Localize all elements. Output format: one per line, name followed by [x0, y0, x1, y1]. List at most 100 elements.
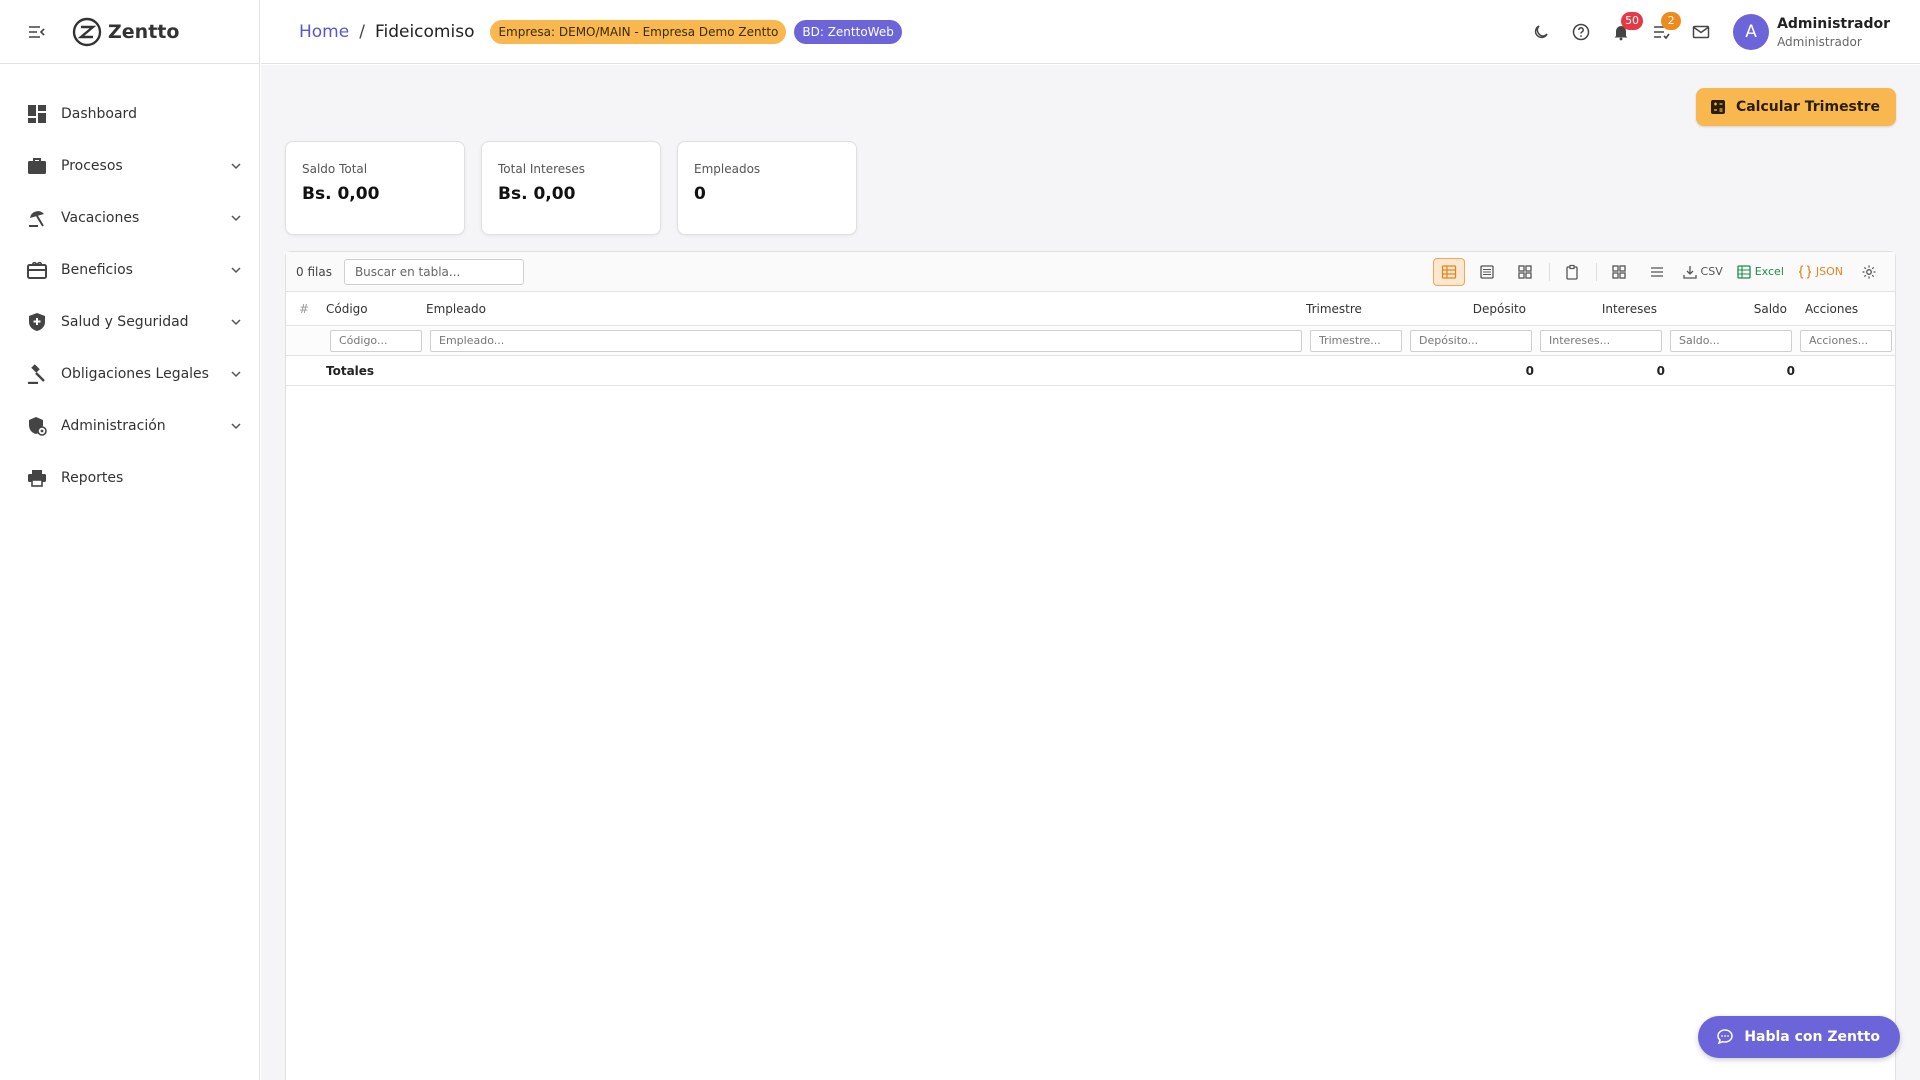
sidebar-item-label: Dashboard — [61, 106, 137, 122]
empresa-chip[interactable]: Empresa: DEMO/MAIN - Empresa Demo Zentto — [490, 19, 787, 44]
summary-card-empleados: Empleados 0 — [677, 141, 857, 235]
user-info[interactable]: Administrador Administrador — [1777, 16, 1890, 49]
filter-empleado-input[interactable] — [430, 329, 1302, 352]
card-value: Bs. 0,00 — [302, 184, 380, 204]
print-icon — [26, 467, 48, 489]
chat-bubble-icon — [1717, 1029, 1734, 1045]
breadcrumb-current: Fideicomiso — [374, 21, 475, 42]
column-header-index: # — [298, 301, 310, 316]
filter-saldo-input[interactable] — [1670, 329, 1792, 352]
gear-icon — [1862, 265, 1876, 278]
column-header-intereses[interactable]: Intereses — [1530, 302, 1661, 316]
help-button[interactable] — [1561, 12, 1601, 52]
card-label: Total Intereses — [498, 162, 586, 176]
table-view-icon — [1441, 264, 1456, 279]
data-grid: 0 filas Buscar en tabla... CSV Excel JSO… — [285, 251, 1896, 1080]
chevron-down-icon — [231, 423, 241, 430]
grid-settings-button[interactable] — [1853, 258, 1885, 286]
notifications-badge: 50 — [1621, 12, 1644, 30]
sidebar-item-dashboard[interactable]: Dashboard — [0, 88, 259, 140]
tasks-button[interactable]: 2 — [1641, 12, 1682, 52]
grid-toolbar: 0 filas Buscar en tabla... CSV Excel JSO… — [286, 252, 1895, 292]
column-header-saldo[interactable]: Saldo — [1661, 302, 1791, 316]
breadcrumb: Home / Fideicomiso — [299, 22, 474, 42]
column-header-empleado[interactable]: Empleado — [422, 302, 1302, 316]
filter-row — [286, 326, 1895, 356]
density-button[interactable] — [1641, 258, 1673, 286]
app-name: Zentto — [108, 20, 180, 43]
export-csv-button[interactable]: CSV — [1679, 258, 1727, 286]
breadcrumb-separator: / — [359, 21, 365, 42]
summary-card-total-intereses: Total Intereses Bs. 0,00 — [481, 141, 661, 235]
dark-mode-toggle[interactable] — [1521, 12, 1561, 52]
chat-with-zentto-button[interactable]: Habla con Zentto — [1698, 1016, 1900, 1058]
sidebar-item-procesos[interactable]: Procesos — [0, 140, 259, 192]
sidebar-item-reportes[interactable]: Reportes — [0, 452, 259, 504]
filter-acciones-input[interactable] — [1800, 329, 1892, 352]
gift-card-icon — [26, 259, 48, 281]
view-table-button[interactable] — [1432, 257, 1465, 286]
summary-cards: Saldo Total Bs. 0,00 Total Intereses Bs.… — [285, 141, 857, 235]
density-icon — [1650, 266, 1663, 277]
sidebar: Zentto Dashboard Procesos Vacaciones Ben… — [0, 0, 260, 1080]
sidebar-item-vacaciones[interactable]: Vacaciones — [0, 192, 259, 244]
spreadsheet-icon — [1737, 264, 1751, 279]
column-header-acciones: Acciones — [1805, 301, 1859, 316]
mail-icon — [1692, 25, 1710, 39]
calculate-quarter-label: Calcular Trimestre — [1735, 99, 1880, 115]
card-value: 0 — [694, 184, 706, 204]
card-label: Empleados — [694, 162, 761, 176]
view-cards-button[interactable] — [1509, 258, 1541, 286]
filter-codigo-input[interactable] — [330, 329, 422, 352]
group-columns-button[interactable] — [1603, 258, 1635, 286]
sidebar-item-obligaciones-legales[interactable]: Obligaciones Legales — [0, 348, 259, 400]
chat-label: Habla con Zentto — [1744, 1029, 1880, 1045]
filter-trimestre-input[interactable] — [1310, 329, 1402, 352]
admin-shield-icon — [26, 415, 48, 437]
export-json-button[interactable]: JSON — [1794, 258, 1847, 286]
sidebar-item-label: Administración — [61, 418, 166, 434]
sidebar-header: Zentto — [0, 0, 259, 64]
totals-label: Totales — [326, 363, 375, 378]
sidebar-item-administracion[interactable]: Administración — [0, 400, 259, 452]
dashboard-icon — [26, 103, 48, 125]
app-logo[interactable]: Zentto — [72, 17, 179, 47]
notifications-button[interactable]: 50 — [1601, 12, 1644, 52]
help-icon — [1572, 23, 1590, 41]
sidebar-item-salud-seguridad[interactable]: Salud y Seguridad — [0, 296, 259, 348]
filter-deposito-input[interactable] — [1410, 329, 1532, 352]
chevron-down-icon — [231, 371, 241, 378]
export-excel-label: Excel — [1754, 265, 1784, 278]
view-compact-button[interactable] — [1471, 258, 1503, 286]
export-csv-label: CSV — [1700, 265, 1723, 278]
totals-intereses: 0 — [1656, 363, 1665, 378]
menu-collapse-icon[interactable] — [28, 23, 46, 41]
list-view-icon — [1479, 264, 1494, 279]
user-role: Administrador — [1777, 34, 1862, 49]
sidebar-item-label: Vacaciones — [61, 210, 140, 226]
chevron-down-icon — [231, 267, 241, 274]
card-label: Saldo Total — [302, 162, 368, 176]
briefcase-icon — [26, 155, 48, 177]
column-header-codigo[interactable]: Código — [322, 302, 422, 316]
totals-saldo: 0 — [1786, 363, 1795, 378]
avatar[interactable]: A — [1733, 14, 1770, 50]
messages-button[interactable] — [1681, 12, 1721, 52]
column-header-deposito[interactable]: Depósito — [1402, 302, 1530, 316]
database-chip[interactable]: BD: ZenttoWeb — [794, 19, 902, 44]
sidebar-item-beneficios[interactable]: Beneficios — [0, 244, 259, 296]
calculate-quarter-button[interactable]: Calcular Trimestre — [1695, 88, 1896, 126]
filter-intereses-input[interactable] — [1540, 329, 1662, 352]
export-excel-button[interactable]: Excel — [1733, 258, 1788, 286]
rows-count: 0 filas — [296, 264, 332, 279]
column-header-trimestre[interactable]: Trimestre — [1302, 302, 1402, 316]
beach-icon — [26, 207, 48, 229]
breadcrumb-home-link[interactable]: Home — [299, 22, 349, 42]
sidebar-item-label: Procesos — [61, 158, 123, 174]
grid-tools: CSV Excel JSON — [1427, 257, 1885, 286]
moon-icon — [1534, 25, 1548, 39]
toolbar-divider — [1595, 262, 1597, 281]
table-search-input[interactable] — [343, 258, 524, 285]
copy-clipboard-button[interactable] — [1556, 258, 1588, 286]
dashboard-grid-icon — [1611, 264, 1626, 279]
